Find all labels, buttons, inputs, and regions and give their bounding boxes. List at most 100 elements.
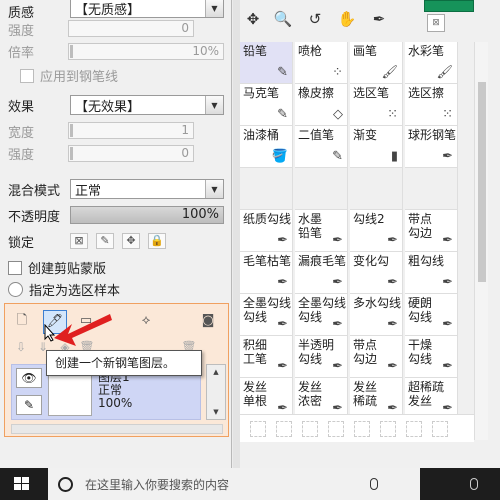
brush-cell[interactable]: 半透明 勾线 ✒ bbox=[295, 336, 348, 378]
brush-cell[interactable]: 粗勾线 ✒ bbox=[405, 252, 458, 294]
effect-dropdown[interactable]: 【无效果】 ▼ bbox=[70, 95, 224, 115]
brush-cell[interactable]: 带点 勾边 ✒ bbox=[350, 336, 403, 378]
brush-cell[interactable]: 硬朗 勾线 ✒ bbox=[405, 294, 458, 336]
empty-slot[interactable] bbox=[354, 421, 370, 437]
brush-cell[interactable]: 带点 勾边 ✒ bbox=[405, 210, 458, 252]
strength-label: 强度 bbox=[8, 23, 35, 39]
strength2-slider[interactable]: 0 bbox=[68, 145, 194, 162]
brush-name: 水墨 铅笔 bbox=[298, 212, 323, 240]
layer-scrollbar[interactable]: ▲ ▼ bbox=[206, 364, 226, 420]
scroll-down-icon[interactable]: ▼ bbox=[207, 405, 225, 419]
layer-horizontal-scrollbar[interactable] bbox=[11, 424, 223, 434]
merge-down-icon[interactable]: ⇩ bbox=[13, 339, 29, 355]
brush-icon: ✒ bbox=[332, 317, 343, 332]
chevron-down-icon: ▼ bbox=[205, 180, 223, 198]
brush-cell[interactable]: 干燥 勾线 ✒ bbox=[405, 336, 458, 378]
windows-start-icon[interactable] bbox=[14, 477, 30, 491]
brush-cell[interactable]: 球形钢笔 ✒ bbox=[405, 126, 458, 168]
empty-brush-cell[interactable] bbox=[295, 168, 348, 210]
splitter[interactable] bbox=[233, 0, 240, 468]
opacity-slider[interactable]: 100% bbox=[70, 206, 224, 224]
move-icon[interactable]: ✥ bbox=[240, 6, 266, 32]
brush-cell[interactable]: 选区笔 ⁙ bbox=[350, 84, 403, 126]
blend-mode-dropdown[interactable]: 正常 ▼ bbox=[70, 179, 224, 199]
brush-cell[interactable]: 油漆桶 🪣 bbox=[240, 126, 293, 168]
lock-move-icon[interactable]: ✥ bbox=[122, 233, 140, 249]
brush-cell[interactable]: 全墨勾线 勾线 ✒ bbox=[240, 294, 293, 336]
main-color-swatch[interactable] bbox=[424, 0, 474, 12]
empty-brush-cell[interactable] bbox=[350, 168, 403, 210]
strength2-label: 强度 bbox=[8, 147, 35, 163]
brush-name: 干燥 勾线 bbox=[408, 338, 433, 366]
brush-icon: ✒ bbox=[277, 359, 288, 374]
new-layer-icon[interactable]: 🗋 bbox=[13, 312, 31, 330]
empty-slot[interactable] bbox=[250, 421, 266, 437]
brush-cell[interactable]: 二值笔 ✎ bbox=[295, 126, 348, 168]
brush-cell[interactable]: 变化勾 ✒ bbox=[350, 252, 403, 294]
empty-slot[interactable] bbox=[432, 421, 448, 437]
scroll-up-icon[interactable]: ▲ bbox=[207, 365, 225, 379]
empty-slot[interactable] bbox=[406, 421, 422, 437]
pen-icon[interactable]: ✎ bbox=[16, 395, 42, 415]
taskbar-search-box[interactable]: 在这里输入你要搜索的内容 bbox=[48, 468, 420, 500]
texture-dropdown[interactable]: 【无质感】 ▼ bbox=[70, 0, 224, 18]
width-label: 宽度 bbox=[8, 125, 35, 141]
brush-cell[interactable]: 渐变 ▮ bbox=[350, 126, 403, 168]
strength-slider[interactable]: 0 bbox=[68, 20, 194, 37]
lock-row: 锁定 bbox=[8, 230, 68, 252]
lock-paint-icon[interactable]: ✎ bbox=[96, 233, 114, 249]
brush-cell[interactable]: 喷枪 ⁘ bbox=[295, 42, 348, 84]
eyedropper-icon[interactable]: ✒ bbox=[366, 6, 392, 32]
apply-to-pen-checkbox[interactable]: 应用到钢笔线 bbox=[20, 66, 118, 85]
layer-effect-icon[interactable]: ⟡ bbox=[137, 312, 155, 330]
brush-cell[interactable]: 水彩笔 🖌 bbox=[405, 42, 458, 84]
checkbox-box bbox=[20, 68, 34, 83]
brush-scrollbar[interactable] bbox=[474, 42, 488, 440]
transparent-color-swatch[interactable]: ⊠ bbox=[427, 14, 445, 32]
brush-name: 毛笔枯笔 bbox=[243, 254, 292, 268]
brush-cell[interactable]: 积细 工笔 ✒ bbox=[240, 336, 293, 378]
brush-cell[interactable]: 全墨勾线 勾线 ✒ bbox=[295, 294, 348, 336]
brush-icon: 🖌 bbox=[436, 65, 453, 80]
clip-group-checkbox[interactable]: 创建剪贴蒙版 bbox=[8, 258, 106, 277]
brush-cell[interactable]: 马克笔 ✎ bbox=[240, 84, 293, 126]
zoom-icon[interactable]: 🔍 bbox=[270, 6, 296, 32]
layer-mask-icon[interactable]: ◙ bbox=[199, 312, 217, 330]
eye-icon[interactable]: 👁 bbox=[16, 368, 42, 388]
width-slider[interactable]: 1 bbox=[68, 122, 194, 139]
brush-cell[interactable]: 毛笔枯笔 ✒ bbox=[240, 252, 293, 294]
brush-cell[interactable]: 漏痕毛笔 ✒ bbox=[295, 252, 348, 294]
lock-all-icon[interactable]: 🔒 bbox=[148, 233, 166, 249]
scale-slider[interactable]: 10% bbox=[68, 43, 224, 60]
layer-info: 图层1 正常 100% bbox=[98, 371, 132, 410]
brush-cell[interactable]: 画笔 🖌 bbox=[350, 42, 403, 84]
brush-cell[interactable]: 纸质勾线 ✒ bbox=[240, 210, 293, 252]
brush-cell[interactable]: 多水勾线 ✒ bbox=[350, 294, 403, 336]
empty-brush-cell[interactable] bbox=[240, 168, 293, 210]
brush-cell[interactable]: 铅笔 ✎ bbox=[240, 42, 293, 84]
empty-slot[interactable] bbox=[328, 421, 344, 437]
radio-circle bbox=[8, 282, 23, 297]
scroll-thumb[interactable] bbox=[478, 82, 486, 282]
empty-brush-cell[interactable] bbox=[405, 168, 458, 210]
hand-icon[interactable]: ✋ bbox=[334, 6, 360, 32]
layer-opacity: 100% bbox=[98, 396, 133, 410]
microphone-icon[interactable] bbox=[370, 478, 378, 490]
empty-slot[interactable] bbox=[302, 421, 318, 437]
cortana-icon[interactable] bbox=[58, 476, 73, 492]
checkbox-box bbox=[8, 260, 22, 275]
rotate-icon[interactable]: ↺ bbox=[302, 6, 328, 32]
empty-slot[interactable] bbox=[380, 421, 396, 437]
brush-tool-panel: ✥ 🔍 ↺ ✋ ✒ ⊠ 铅笔 ✎ 喷枪 ⁘ 画笔 🖌 水彩笔 🖌 马克笔 ✎ 橡皮擦 ◇ 选区笔 ⁙ 选区擦… bbox=[240, 0, 500, 468]
opacity-label: 不透明度 bbox=[8, 209, 61, 225]
microphone-icon[interactable] bbox=[470, 478, 478, 490]
lock-transparency-icon[interactable]: ⊠ bbox=[70, 233, 88, 249]
brush-name: 橡皮擦 bbox=[298, 86, 335, 100]
brush-icon: ✒ bbox=[277, 275, 288, 290]
brush-cell[interactable]: 勾线2 ✒ bbox=[350, 210, 403, 252]
brush-cell[interactable]: 橡皮擦 ◇ bbox=[295, 84, 348, 126]
empty-slot[interactable] bbox=[276, 421, 292, 437]
selection-source-radio[interactable]: 指定为选区样本 bbox=[8, 280, 120, 299]
brush-cell[interactable]: 选区擦 ⁙ bbox=[405, 84, 458, 126]
brush-cell[interactable]: 水墨 铅笔 ✒ bbox=[295, 210, 348, 252]
